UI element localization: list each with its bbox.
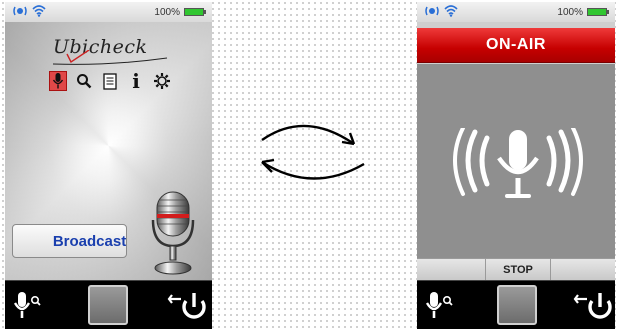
- studio-microphone-icon[interactable]: [151, 190, 195, 281]
- idle-screen: 100% Ubicheck i Broadcast: [5, 2, 212, 329]
- info-icon[interactable]: i: [127, 71, 145, 91]
- stop-button[interactable]: STOP: [485, 259, 551, 281]
- exit-power-icon[interactable]: [167, 291, 207, 326]
- mic-search-icon[interactable]: [13, 289, 43, 326]
- broadcasting-mic-icon: [451, 126, 585, 207]
- wifi-icon: [444, 3, 458, 20]
- battery-icon: [184, 8, 206, 16]
- search-icon[interactable]: [75, 71, 93, 91]
- home-square-button[interactable]: [88, 285, 128, 325]
- home-square-button[interactable]: [497, 285, 537, 325]
- document-icon[interactable]: [101, 71, 119, 91]
- onair-screen: 100% ON-AIR STOP: [417, 2, 615, 329]
- stop-label: STOP: [503, 264, 533, 276]
- gear-icon[interactable]: [153, 71, 171, 91]
- status-bar: 100%: [5, 2, 212, 22]
- wifi-icon: [32, 3, 46, 20]
- broadcast-label: Broadcast: [52, 232, 127, 250]
- onair-label: ON-AIR: [486, 36, 546, 53]
- status-bar: 100%: [417, 2, 615, 22]
- broadcast-stage: [417, 64, 615, 258]
- exit-power-icon[interactable]: [573, 291, 613, 326]
- app-logo: Ubicheck: [52, 36, 168, 65]
- battery-icon: [587, 8, 609, 16]
- onair-panel: ON-AIR STOP: [417, 22, 615, 281]
- onair-banner: ON-AIR: [417, 28, 615, 63]
- home-panel: Ubicheck i Broadcast: [5, 22, 212, 280]
- toolbar: i: [49, 70, 171, 92]
- microphone-icon[interactable]: [49, 71, 67, 91]
- bottom-nav: [417, 280, 615, 329]
- bottom-nav: [5, 280, 212, 329]
- battery-percent: 100%: [557, 7, 583, 18]
- vibrate-icon: [425, 5, 439, 20]
- battery-percent: 100%: [154, 7, 180, 18]
- broadcast-button[interactable]: Broadcast: [12, 224, 127, 258]
- mic-search-icon[interactable]: [425, 289, 455, 326]
- vibrate-icon: [13, 5, 27, 20]
- stop-bar: STOP: [417, 258, 615, 281]
- swap-arrows-icon: [250, 118, 370, 193]
